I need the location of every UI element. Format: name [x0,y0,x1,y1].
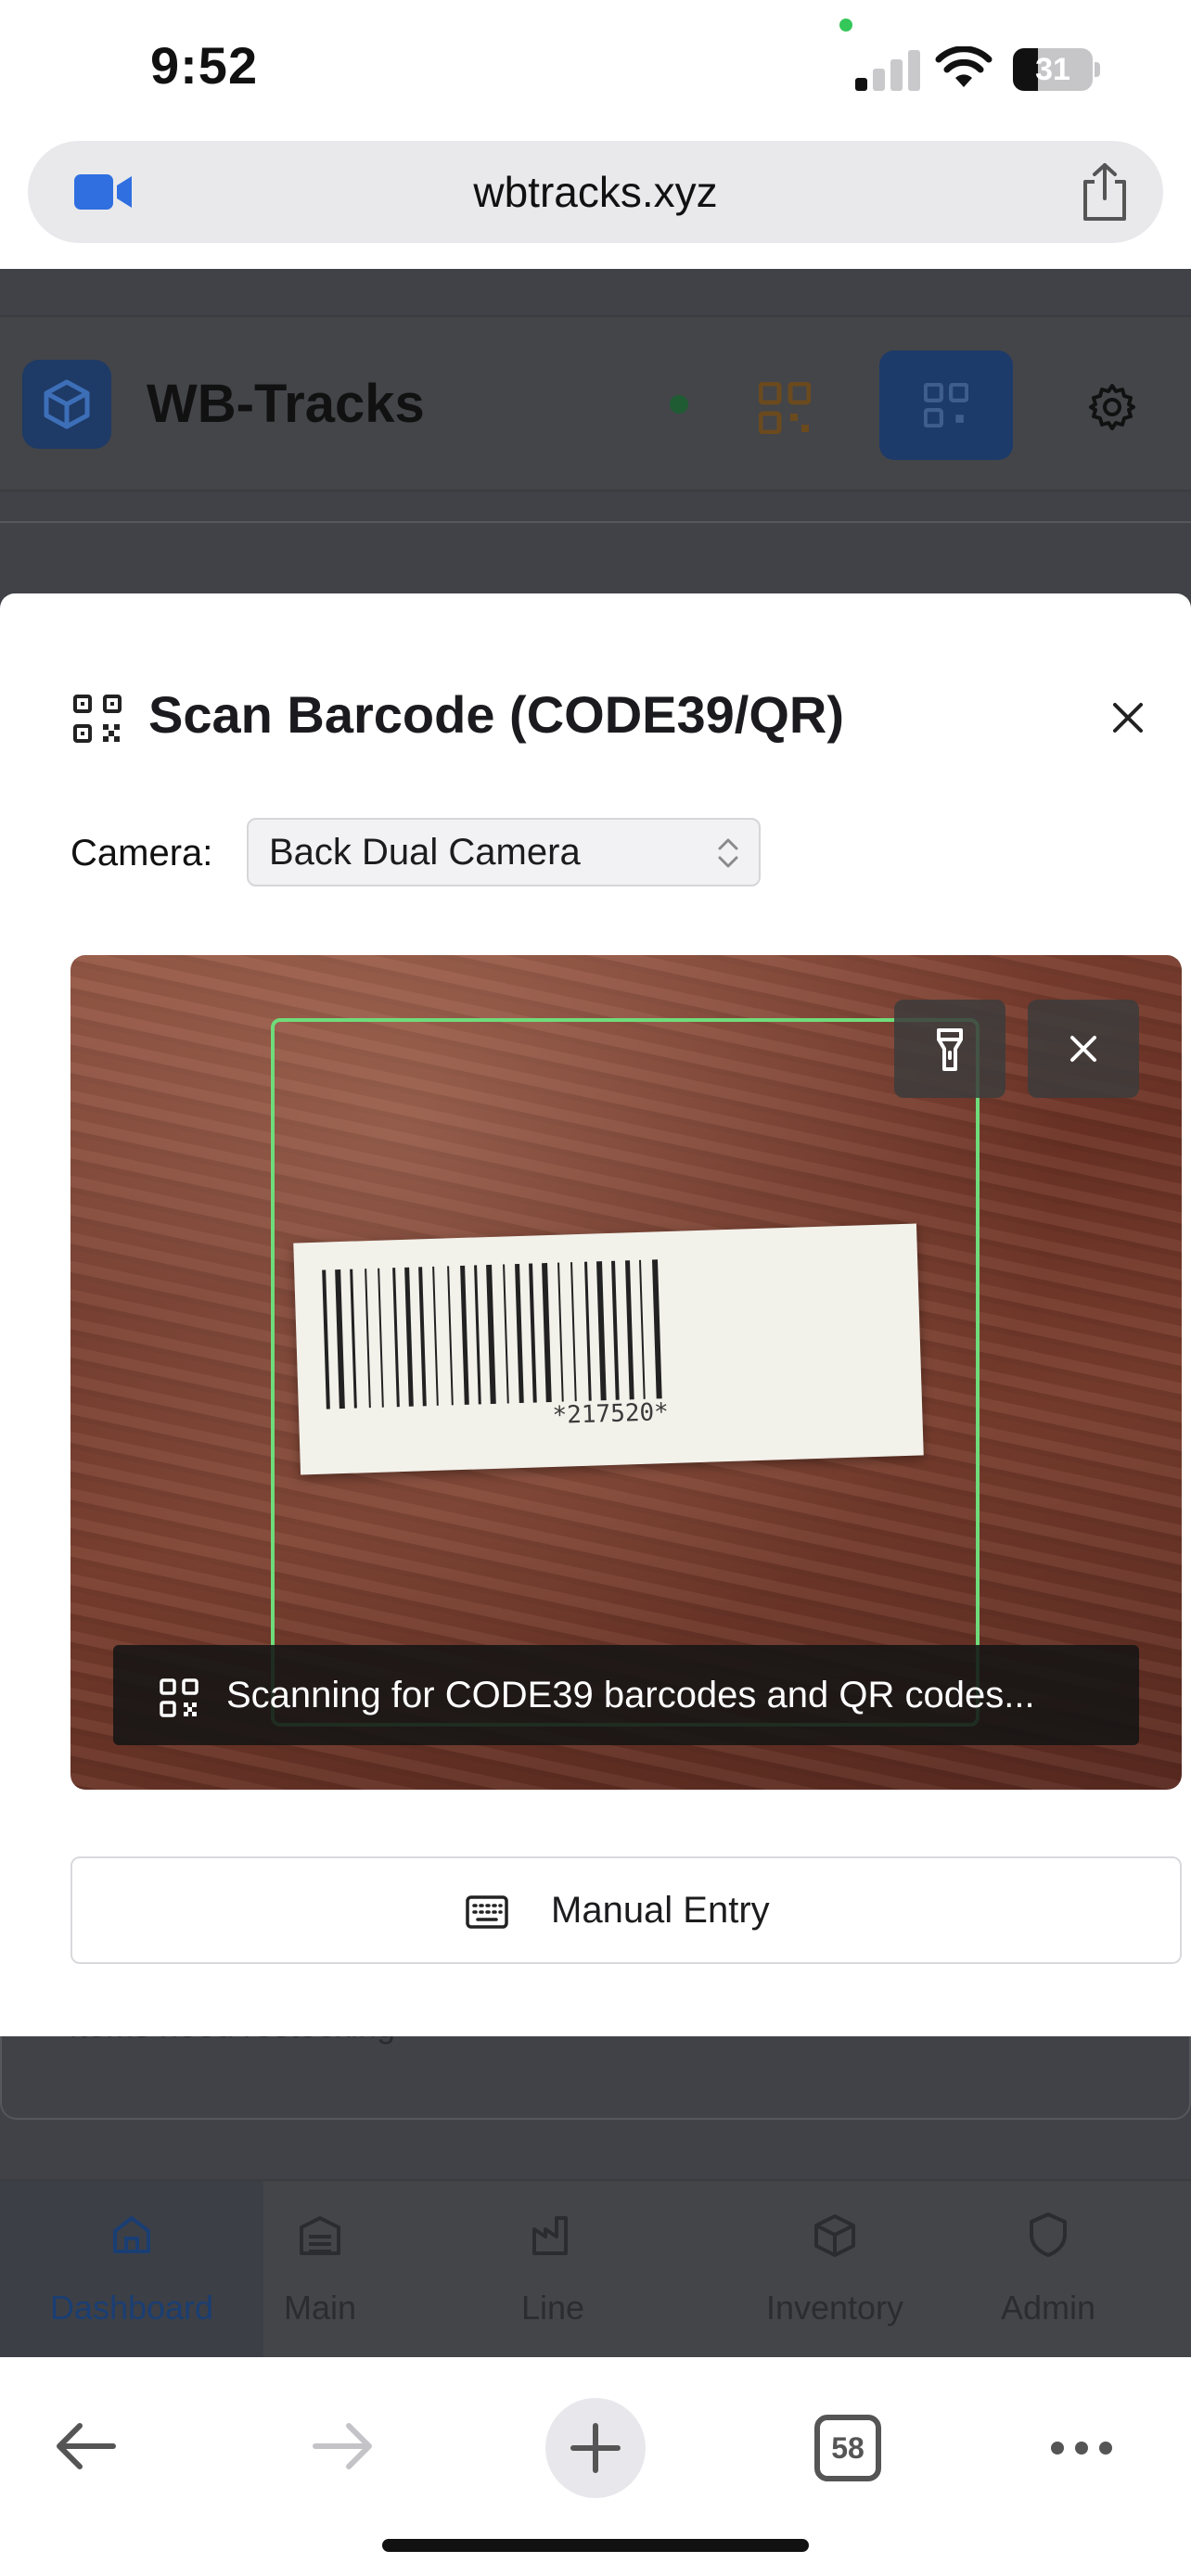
privacy-indicator-dot [839,19,852,32]
connection-status-dot [670,395,688,414]
app-logo [22,360,111,449]
warehouse-icon [300,2216,340,2255]
battery-percent: 31 [1035,52,1070,87]
nav-label-admin: Admin [1000,2289,1096,2327]
settings-gear-icon[interactable] [1087,382,1137,432]
manual-entry-button[interactable]: Manual Entry [70,1856,1182,1964]
more-icon[interactable] [1048,2439,1115,2457]
cellular-signal-icon [855,46,922,91]
nav-inventory[interactable]: Inventory [724,2181,946,2359]
scan-qr-icon [924,383,968,427]
battery-icon: 31 [1013,48,1102,91]
qr-code-icon [73,695,122,743]
status-time: 9:52 [150,36,259,95]
manual-entry-label: Manual Entry [551,1890,770,1931]
close-icon [1070,1036,1096,1062]
scan-barcode-modal: Scan Barcode (CODE39/QR) Camera: Back Du… [0,593,1191,2036]
bottom-navigation: Dashboard Main Line Inventory Admin [0,2179,1191,2359]
scan-status-banner: Scanning for CODE39 barcodes and QR code… [113,1645,1139,1745]
nav-label-line: Line [520,2289,585,2327]
nav-admin[interactable]: Admin [974,2181,1122,2359]
scan-button[interactable] [879,351,1013,460]
plus-icon [570,2423,621,2473]
flashlight-button[interactable] [894,1000,1005,1098]
home-indicator [382,2539,809,2552]
nav-label-main: Main [283,2289,357,2327]
nav-dashboard[interactable]: Dashboard [0,2181,263,2359]
camera-select[interactable]: Back Dual Camera [247,818,761,886]
modal-title: Scan Barcode (CODE39/QR) [148,685,844,744]
qr-code-icon [160,1678,198,1717]
share-icon[interactable] [1074,161,1135,223]
qr-code-icon[interactable] [759,382,811,434]
tabs-button[interactable]: 58 [814,2415,881,2481]
box-logo-icon [44,379,90,429]
factory-icon [532,2216,568,2255]
flashlight-icon [937,1028,963,1071]
keyboard-icon [466,1895,508,1929]
nav-label-inventory: Inventory [765,2289,904,2327]
camera-label: Camera: [70,833,213,874]
scan-frame [271,1018,980,1727]
shield-icon [1030,2213,1067,2257]
camera-viewport[interactable]: *217520* Scanning for CODE39 barcodes an… [70,955,1182,1790]
box-icon [814,2214,855,2257]
camera-select-value: Back Dual Camera [269,832,581,873]
wifi-icon [935,46,992,87]
new-tab-button[interactable] [545,2398,646,2498]
restock-card [0,2036,1191,2120]
nav-label-dashboard: Dashboard [49,2289,214,2327]
close-icon[interactable] [1104,694,1152,742]
back-arrow-icon[interactable] [52,2411,122,2481]
home-icon [113,2216,150,2253]
forward-arrow-icon[interactable] [306,2411,377,2481]
url-text[interactable]: wbtracks.xyz [28,141,1163,243]
status-bar: 9:52 31 [0,0,1191,139]
nav-line[interactable]: Line [442,2181,664,2359]
dashboard-card [0,521,1191,558]
scan-status-text: Scanning for CODE39 barcodes and QR code… [226,1675,1035,1715]
chevron-up-down-icon [718,838,738,868]
nav-main[interactable]: Main [263,2181,377,2359]
app-title: WB-Tracks [147,374,425,434]
address-bar[interactable]: wbtracks.xyz [28,141,1163,243]
stop-scan-button[interactable] [1028,1000,1139,1098]
